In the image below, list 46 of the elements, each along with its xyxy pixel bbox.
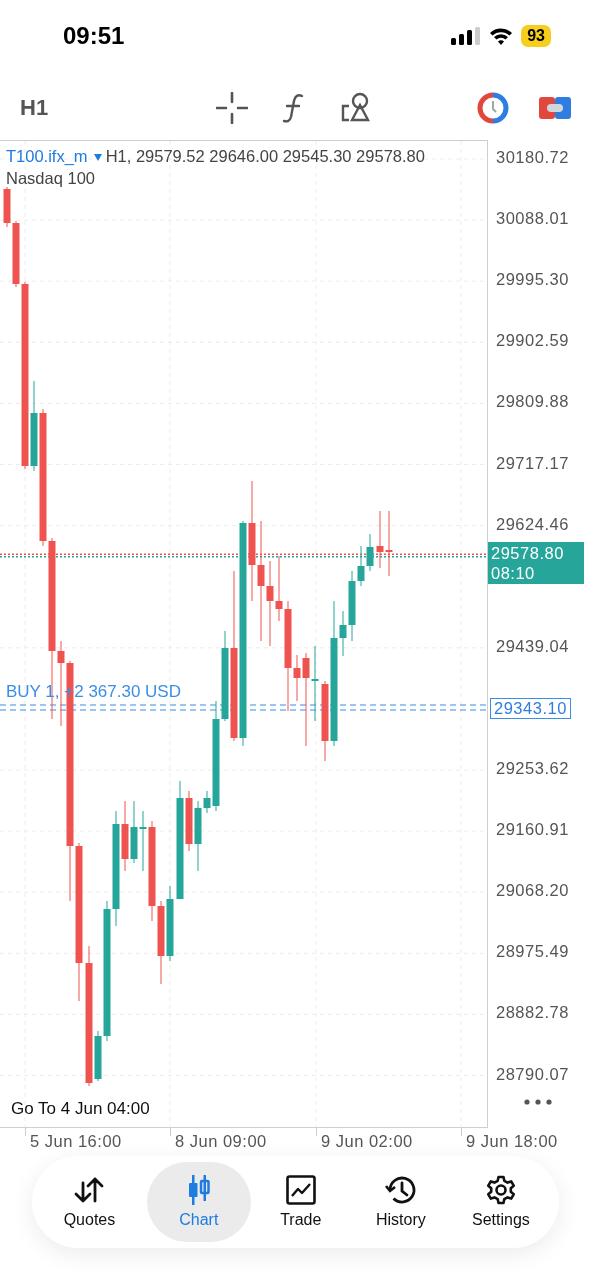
price-tick: 28790.07 (496, 1064, 569, 1084)
position-price-label: 29343.10 (490, 698, 571, 719)
nav-tab[interactable]: Trade (250, 1162, 351, 1242)
price-tick: 29995.30 (496, 270, 569, 290)
time-tick: 9 Jun 02:00 (321, 1132, 413, 1151)
time-tick: 8 Jun 09:00 (175, 1132, 267, 1151)
ohlc-info: H1, 29579.52 29646.00 29545.30 29578.80 (105, 147, 425, 165)
history-icon (384, 1175, 417, 1205)
wifi-icon (489, 26, 514, 45)
toggle-icon[interactable] (539, 94, 571, 121)
settings-icon (485, 1175, 516, 1205)
battery-level: 93 (521, 24, 551, 47)
up-down-arrows-icon (73, 1175, 106, 1205)
price-tick: 29717.17 (496, 453, 569, 473)
shapes-icon[interactable] (340, 91, 372, 124)
price-tick: 28975.49 (496, 942, 569, 962)
price-tick: 29439.04 (496, 636, 569, 656)
more-icon[interactable] (524, 1099, 552, 1105)
line-chart-icon (285, 1175, 316, 1205)
timeframe-button[interactable]: H1 (20, 94, 216, 121)
instrument-description: Nasdaq 100 (6, 169, 95, 187)
symbol-link[interactable]: T100.ifx_m (6, 147, 88, 165)
time-tick: 5 Jun 16:00 (30, 1132, 122, 1151)
nav-tab[interactable]: History (350, 1162, 451, 1242)
nav-tab[interactable]: Settings (450, 1162, 551, 1242)
nav-tab[interactable]: Chart (146, 1162, 251, 1242)
price-tick: 30180.72 (496, 148, 569, 167)
time-tick: 9 Jun 18:00 (466, 1132, 558, 1151)
price-tick: 29253.62 (496, 759, 569, 778)
price-tick: 29160.91 (496, 820, 569, 840)
price-tick: 28882.78 (496, 1003, 569, 1023)
candlestick-icon (186, 1175, 211, 1205)
goto-button[interactable]: Go To 4 Jun 04:00 (11, 1099, 150, 1119)
signal-icon (451, 26, 482, 45)
clock-ring-icon[interactable] (477, 91, 509, 124)
price-tick: 29902.59 (496, 331, 569, 351)
function-icon[interactable] (282, 91, 306, 124)
nav-tab[interactable]: Quotes (32, 1162, 147, 1242)
clock-time: 09:51 (63, 21, 125, 50)
crosshair-icon[interactable] (216, 91, 248, 124)
price-tick: 29624.46 (496, 514, 569, 534)
price-tick: 29068.20 (496, 881, 569, 901)
price-tick: 30088.01 (496, 209, 569, 229)
current-price-label: 29578.80 08:10 (488, 541, 584, 584)
price-tick: 29809.88 (496, 392, 569, 412)
dropdown-icon[interactable] (93, 154, 102, 162)
